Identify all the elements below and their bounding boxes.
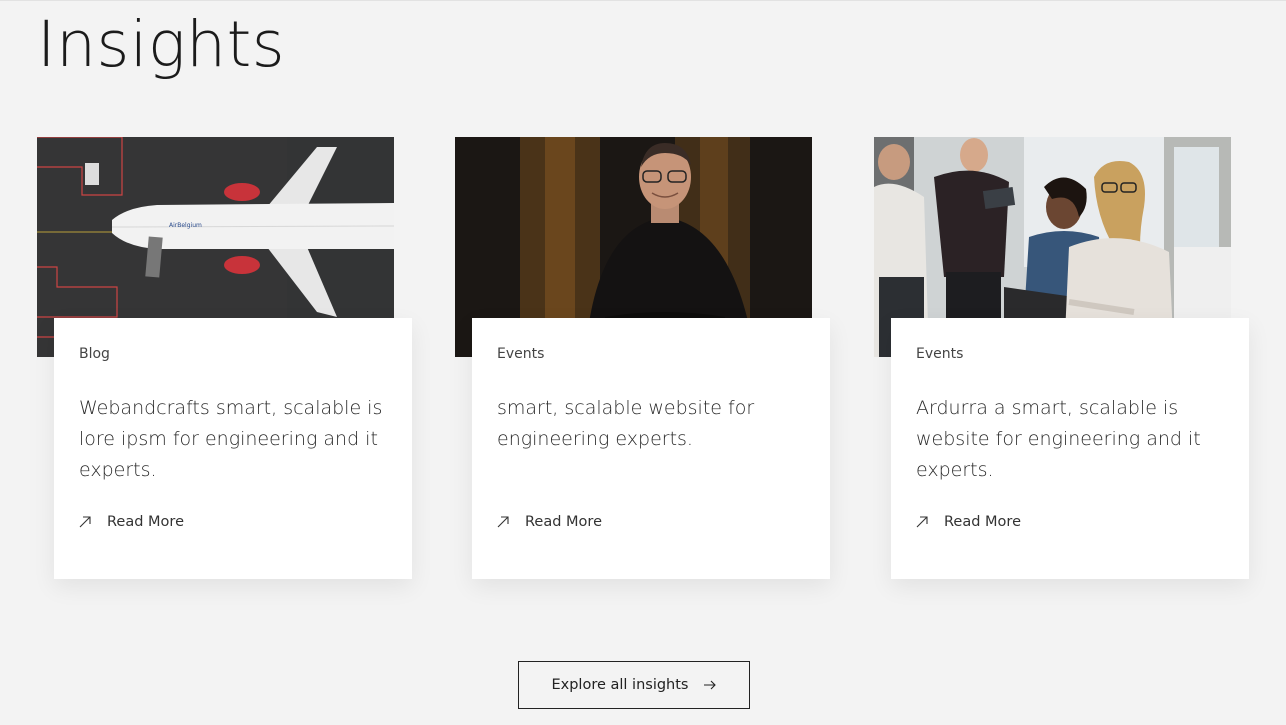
card-tag: Blog <box>79 346 110 362</box>
svg-text:AirBelgium: AirBelgium <box>169 222 202 229</box>
insight-card-2[interactable]: Events smart, scalable website for engin… <box>455 137 830 579</box>
card-body: Events smart, scalable website for engin… <box>472 318 830 579</box>
insights-section: Insights AirBelgium Blog Webandcrafts sm… <box>0 0 1286 725</box>
section-title: Insights <box>37 8 286 81</box>
card-title[interactable]: Webandcrafts smart, scalable is lore ips… <box>79 393 388 486</box>
card-title[interactable]: smart, scalable website for engineering … <box>497 393 806 486</box>
explore-all-insights-button[interactable]: Explore all insights <box>518 661 750 709</box>
card-title[interactable]: Ardurra a smart, scalable is website for… <box>916 393 1225 486</box>
read-more-link[interactable]: Read More <box>497 514 602 530</box>
read-more-link[interactable]: Read More <box>79 514 184 530</box>
insight-card-3[interactable]: Events Ardurra a smart, scalable is webs… <box>874 137 1249 579</box>
card-body: Blog Webandcrafts smart, scalable is lor… <box>54 318 412 579</box>
read-more-link[interactable]: Read More <box>916 514 1021 530</box>
read-more-label: Read More <box>525 514 602 530</box>
insight-card-1[interactable]: AirBelgium Blog Webandcrafts smart, scal… <box>37 137 412 579</box>
arrow-up-right-icon <box>916 516 928 528</box>
arrow-up-right-icon <box>497 516 509 528</box>
arrow-up-right-icon <box>79 516 91 528</box>
card-body: Events Ardurra a smart, scalable is webs… <box>891 318 1249 579</box>
explore-button-label: Explore all insights <box>551 677 689 693</box>
arrow-right-icon <box>703 680 716 690</box>
card-tag: Events <box>497 346 545 362</box>
card-tag: Events <box>916 346 964 362</box>
read-more-label: Read More <box>944 514 1021 530</box>
read-more-label: Read More <box>107 514 184 530</box>
